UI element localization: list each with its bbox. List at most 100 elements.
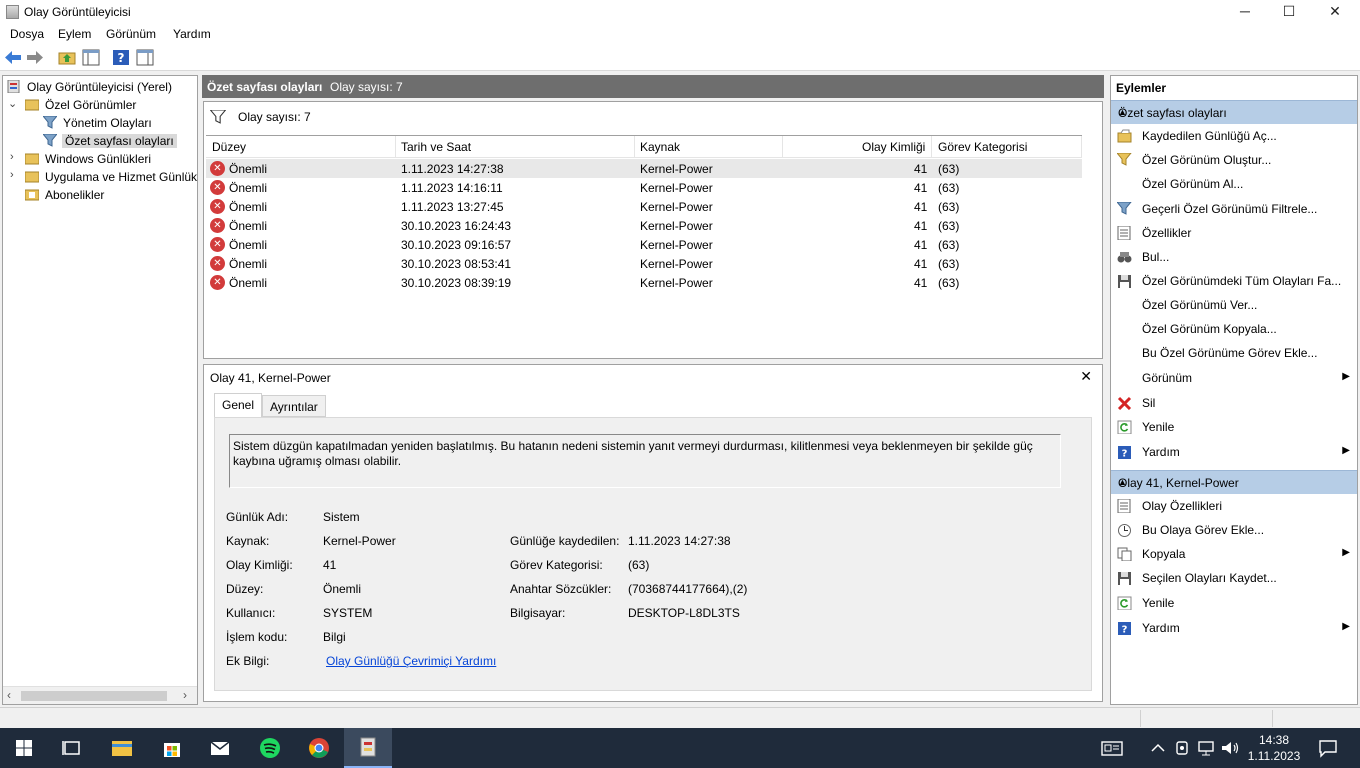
create-view-icon <box>1117 153 1132 166</box>
event-id-label: Olay Kimliği: <box>226 558 293 572</box>
action-properties[interactable]: Özellikler <box>1111 221 1357 245</box>
device-icon[interactable] <box>1170 736 1194 760</box>
scrollbar-thumb[interactable] <box>21 691 167 701</box>
scroll-left-arrow-icon[interactable]: ‹ <box>7 688 11 702</box>
column-source[interactable]: Kaynak <box>640 140 680 154</box>
maximize-button[interactable]: ☐ <box>1266 0 1312 24</box>
error-icon: ✕ <box>210 180 225 195</box>
event-viewer-taskbar-button[interactable] <box>344 728 392 768</box>
notification-center-icon[interactable] <box>1316 736 1340 760</box>
table-row[interactable]: ✕ Önemli 30.10.2023 08:53:41 Kernel-Power 41… <box>206 254 1082 273</box>
action-copy[interactable]: Kopyala ▶ <box>1111 542 1357 566</box>
collapse-triangle-icon[interactable]: ▲ <box>1118 107 1349 117</box>
error-icon: ✕ <box>210 199 225 214</box>
error-icon: ✕ <box>210 256 225 271</box>
chrome-icon[interactable] <box>307 736 331 760</box>
error-icon: ✕ <box>210 218 225 233</box>
action-filter-current-view[interactable]: Geçerli Özel Görünümü Filtrele... <box>1111 197 1357 221</box>
file-explorer-icon[interactable] <box>110 736 134 760</box>
close-detail-icon[interactable]: ✕ <box>1080 368 1092 385</box>
column-divider[interactable] <box>931 136 932 158</box>
forward-arrow-icon[interactable] <box>26 49 44 66</box>
action-open-saved-log[interactable]: Kaydedilen Günlüğü Aç... <box>1111 124 1357 148</box>
column-level[interactable]: Düzey <box>212 140 246 154</box>
chevron-up-icon[interactable] <box>1146 736 1170 760</box>
minimize-button[interactable]: ─ <box>1222 0 1268 24</box>
column-divider[interactable] <box>395 136 396 158</box>
task-view-icon[interactable] <box>60 736 84 760</box>
cell-datetime: 1.11.2023 13:27:45 <box>401 200 504 214</box>
table-row[interactable]: ✕ Önemli 1.11.2023 13:27:45 Kernel-Power 41 (… <box>206 197 1082 216</box>
action-view-submenu[interactable]: Görünüm ▶ <box>1111 366 1357 390</box>
tab-details[interactable]: Ayrıntılar <box>262 395 326 417</box>
show-hide-tree-icon[interactable] <box>82 49 100 66</box>
column-event-id[interactable]: Olay Kimliği <box>862 140 925 154</box>
mail-icon[interactable] <box>208 736 232 760</box>
microsoft-store-icon[interactable] <box>160 736 184 760</box>
collapse-triangle-icon[interactable]: ▲ <box>1118 477 1349 487</box>
back-arrow-icon[interactable] <box>4 49 22 66</box>
windows-start-icon[interactable] <box>12 736 36 760</box>
menu-eylem[interactable]: Eylem <box>58 27 91 41</box>
help-icon[interactable]: ? <box>112 49 130 66</box>
network-icon[interactable] <box>1194 736 1218 760</box>
column-divider[interactable] <box>634 136 635 158</box>
menu-gorunum[interactable]: Görünüm <box>106 27 156 41</box>
collapse-chevron-icon[interactable]: › <box>10 151 14 163</box>
table-row[interactable]: ✕ Önemli 1.11.2023 14:27:38 Kernel-Power 41 (… <box>206 159 1082 178</box>
action-create-custom-view[interactable]: Özel Görünüm Oluştur... <box>1111 148 1357 172</box>
system-clock[interactable]: 14:38 1.11.2023 <box>1244 732 1304 764</box>
cell-event-id: 41 <box>914 162 928 176</box>
action-label: Bu Özel Görünüme Görev Ekle... <box>1142 346 1318 360</box>
action-import-custom-view[interactable]: Özel Görünüm Al... <box>1111 172 1357 196</box>
tree-horizontal-scrollbar[interactable]: ‹ › <box>3 686 197 704</box>
action-attach-task-to-view[interactable]: Bu Özel Görünüme Görev Ekle... <box>1111 341 1357 365</box>
tree-label-windows-logs: Windows Günlükleri <box>45 152 152 166</box>
table-row[interactable]: ✕ Önemli 1.11.2023 14:16:11 Kernel-Power 41 (… <box>206 178 1082 197</box>
action-attach-task-to-event[interactable]: Bu Olaya Görev Ekle... <box>1111 518 1357 542</box>
window-title: Olay Görüntüleyicisi <box>24 5 131 19</box>
table-row[interactable]: ✕ Önemli 30.10.2023 08:39:19 Kernel-Power 41… <box>206 273 1082 292</box>
action-help[interactable]: ? Yardım ▶ <box>1111 616 1357 640</box>
actions-section-event[interactable]: Olay 41, Kernel-Power ▲ <box>1111 470 1357 494</box>
error-icon: ✕ <box>210 161 225 176</box>
menu-dosya[interactable]: Dosya <box>10 27 44 41</box>
volume-icon[interactable] <box>1218 736 1242 760</box>
action-delete[interactable]: Sil <box>1111 391 1357 415</box>
online-help-link[interactable]: Olay Günlüğü Çevrimiçi Yardımı <box>326 654 496 668</box>
action-event-properties[interactable]: Olay Özellikleri <box>1111 494 1357 518</box>
column-datetime[interactable]: Tarih ve Saat <box>401 140 471 154</box>
show-hide-action-pane-icon[interactable] <box>136 49 154 66</box>
column-task-category[interactable]: Görev Kategorisi <box>938 140 1027 154</box>
column-divider[interactable] <box>782 136 783 158</box>
action-save-all-events[interactable]: Özel Görünümdeki Tüm Olayları Fa... <box>1111 269 1357 293</box>
cell-task-category: (63) <box>938 219 960 233</box>
spotify-icon[interactable] <box>258 736 282 760</box>
collapse-chevron-icon[interactable]: › <box>10 169 14 181</box>
scroll-right-arrow-icon[interactable]: › <box>183 688 187 702</box>
action-refresh[interactable]: Yenile <box>1111 415 1357 439</box>
events-header-count: Olay sayısı: 7 <box>330 80 403 94</box>
filter-icon <box>43 116 57 129</box>
actions-section-summary[interactable]: Özet sayfası olayları ▲ <box>1111 100 1357 124</box>
news-widget-icon[interactable] <box>1100 736 1124 760</box>
tab-general[interactable]: Genel <box>214 393 263 418</box>
table-row[interactable]: ✕ Önemli 30.10.2023 16:24:43 Kernel-Power 41… <box>206 216 1082 235</box>
table-row[interactable]: ✕ Önemli 30.10.2023 09:16:57 Kernel-Power 41… <box>206 235 1082 254</box>
action-save-selected-events[interactable]: Seçilen Olayları Kaydet... <box>1111 566 1357 590</box>
actions-header: Eylemler <box>1111 76 1357 98</box>
action-label: Yenile <box>1142 596 1175 610</box>
cell-datetime: 30.10.2023 08:53:41 <box>401 257 512 271</box>
menu-yardim[interactable]: Yardım <box>173 27 211 41</box>
column-divider[interactable] <box>1081 136 1082 158</box>
up-folder-icon[interactable] <box>58 49 76 66</box>
status-panel <box>1272 710 1358 727</box>
close-button[interactable]: ✕ <box>1312 0 1358 24</box>
action-export-custom-view[interactable]: Özel Görünümü Ver... <box>1111 293 1357 317</box>
expand-chevron-icon[interactable]: ⌄ <box>8 97 17 110</box>
action-copy-custom-view[interactable]: Özel Görünüm Kopyala... <box>1111 317 1357 341</box>
tree-label-admin-events: Yönetim Olayları <box>63 116 152 130</box>
action-help[interactable]: ? Yardım ▶ <box>1111 440 1357 464</box>
action-find[interactable]: Bul... <box>1111 245 1357 269</box>
action-refresh[interactable]: Yenile <box>1111 591 1357 615</box>
